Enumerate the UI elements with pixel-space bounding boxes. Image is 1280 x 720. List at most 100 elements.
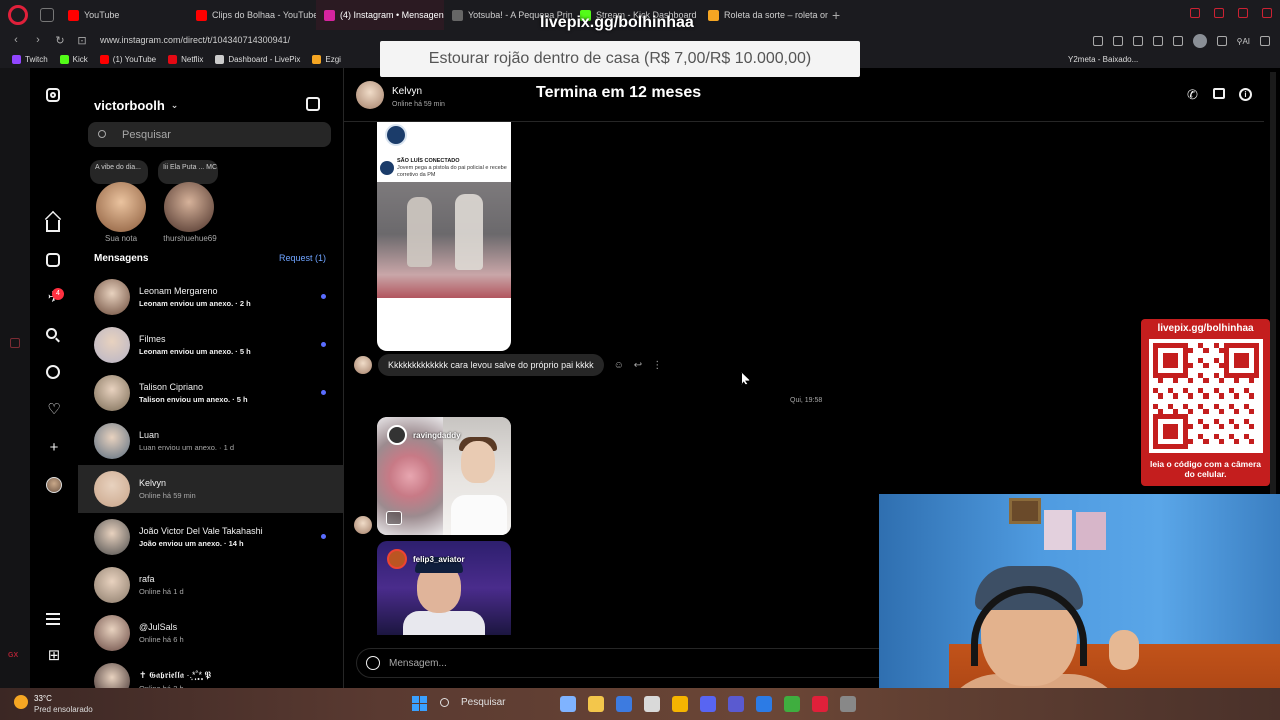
webcam-person-hand <box>1109 630 1139 670</box>
play-icon[interactable] <box>1152 36 1163 46</box>
heart-icon[interactable] <box>1172 36 1183 46</box>
goal-countdown: Termina em 12 meses <box>536 84 702 101</box>
bookmark-item[interactable]: (1) YouTube <box>99 54 156 64</box>
search-tabs-icon[interactable] <box>1190 8 1200 18</box>
message-bubble[interactable]: Kkkkkkkkkkkkk cara levou salve do própri… <box>378 354 604 376</box>
maximize-button[interactable] <box>1238 8 1248 18</box>
sender-avatar[interactable] <box>354 356 372 374</box>
reload-button[interactable]: ↻ <box>54 34 66 47</box>
note-bubble[interactable]: Iii Ela Puta ... MC VDC, MC ... <box>158 160 218 184</box>
weather-temperature[interactable]: 33°C <box>34 694 52 703</box>
threads-icon[interactable]: ⊞ <box>46 648 62 664</box>
new-tab-button[interactable]: + <box>832 7 840 23</box>
browser-tab[interactable]: YouTube <box>60 0 188 30</box>
bookmark-y2meta[interactable]: Y2meta - Baixado... <box>1068 55 1138 64</box>
taskbar-app-icon[interactable] <box>756 696 772 712</box>
home-icon[interactable] <box>46 216 62 232</box>
more-menu-icon[interactable] <box>46 611 62 627</box>
taskbar-app-icon[interactable] <box>588 696 604 712</box>
url-field[interactable]: www.instagram.com/direct/t/1043407143009… <box>100 35 290 45</box>
instagram-logo-icon[interactable] <box>46 88 62 104</box>
shared-post-card[interactable]: SÃO LUÍS CONECTADO Jovem pega a pistola … <box>377 122 511 351</box>
shared-reel[interactable]: felip3_aviator <box>377 541 511 635</box>
minimize-button[interactable] <box>1214 8 1224 18</box>
ai-button[interactable]: ⚲AI <box>1237 37 1250 46</box>
account-username: victorboolh <box>94 98 165 113</box>
gx-icon[interactable]: GX <box>8 652 18 659</box>
browser-tab[interactable]: Clips do Bolhaa - YouTube <box>188 0 316 30</box>
weather-sun-icon[interactable] <box>14 695 28 709</box>
video-call-icon[interactable] <box>1213 88 1225 99</box>
post-photo-person <box>407 197 432 267</box>
taskbar-app-icon[interactable] <box>616 696 632 712</box>
conversation-item[interactable]: Kelvyn Online há 59 min <box>78 465 344 513</box>
tab-label: (4) Instagram • Mensagen <box>340 10 444 20</box>
account-switcher[interactable]: victorboolh ⌄ <box>94 98 178 113</box>
bookmark-item[interactable]: Netflix <box>168 54 203 64</box>
tab-overview-icon[interactable] <box>40 8 54 22</box>
opera-logo-icon[interactable] <box>8 5 28 25</box>
conversation-item[interactable]: Luan Luan enviou um anexo. · 1 d <box>78 417 344 465</box>
conversation-item[interactable]: Leonam Mergareno Leonam enviou um anexo. … <box>78 273 344 321</box>
emoji-icon[interactable] <box>366 656 380 670</box>
search-icon[interactable] <box>46 328 62 344</box>
info-icon[interactable]: i <box>1239 88 1252 101</box>
more-options-icon[interactable]: ⋮ <box>652 360 662 371</box>
forward-button[interactable]: › <box>32 34 44 46</box>
taskbar-app-icon[interactable] <box>700 696 716 712</box>
new-message-icon[interactable] <box>306 97 320 111</box>
phone-icon[interactable]: ✆ <box>1186 88 1199 101</box>
friend-note-avatar[interactable] <box>164 182 214 232</box>
weather-description[interactable]: Pred ensolarado <box>34 705 93 714</box>
shared-reel[interactable]: ravingdaddy <box>377 417 511 535</box>
unread-indicator <box>321 294 326 299</box>
taskbar-app-icon[interactable] <box>560 696 576 712</box>
windows-start-icon[interactable] <box>412 696 427 711</box>
shield-icon[interactable] <box>1132 36 1143 46</box>
pin-icon[interactable] <box>1092 36 1103 46</box>
download-icon[interactable] <box>1216 36 1227 46</box>
conversation-item[interactable]: João Victor Del Vale Takahashi João envio… <box>78 513 344 561</box>
taskbar-app-icon[interactable] <box>672 696 688 712</box>
taskbar-app-icon[interactable] <box>728 696 744 712</box>
sender-avatar[interactable] <box>354 516 372 534</box>
message-timestamp: Qui, 19:58 <box>790 397 823 404</box>
back-button[interactable]: ‹ <box>10 34 22 46</box>
conversation-item[interactable]: @JulSals Online há 6 h <box>78 609 344 657</box>
search-icon <box>98 130 106 138</box>
browser-tab[interactable]: (4) Instagram • Mensagen <box>316 0 444 30</box>
bookmark-item[interactable]: Twitch <box>12 54 48 64</box>
taskbar-search[interactable]: Pesquisar <box>440 697 505 708</box>
close-button[interactable] <box>1262 8 1272 18</box>
react-emoji-icon[interactable]: ☺ <box>614 360 624 371</box>
note-bubble[interactable]: A vibe do dia... <box>90 160 148 184</box>
taskbar-app-icon[interactable] <box>840 696 856 712</box>
browser-tab[interactable]: Roleta da sorte – roleta on <box>700 0 828 30</box>
bookmark-item[interactable]: Ezgi <box>312 54 341 64</box>
menu-icon[interactable] <box>1260 36 1270 46</box>
snapshot-icon[interactable] <box>1112 36 1123 46</box>
my-note-avatar[interactable] <box>96 182 146 232</box>
bookmark-item[interactable]: Kick <box>59 54 88 64</box>
taskbar-app-icon[interactable] <box>644 696 660 712</box>
reply-icon[interactable]: ↩ <box>634 360 642 371</box>
contact-name[interactable]: Kelvyn <box>392 86 422 97</box>
create-plus-icon[interactable]: + <box>46 440 62 456</box>
reels-icon[interactable] <box>46 253 62 269</box>
conversation-item[interactable]: Filmes Leonam enviou um anexo. · 5 h <box>78 321 344 369</box>
bookmark-favicon-icon <box>168 54 178 64</box>
taskbar-app-icon[interactable] <box>784 696 800 712</box>
profile-avatar[interactable] <box>1192 34 1207 48</box>
taskbar-app-icon[interactable] <box>812 696 828 712</box>
search-input[interactable]: Pesquisar <box>88 122 331 147</box>
sidebar-app-icon[interactable] <box>10 338 20 348</box>
profile-avatar-icon[interactable] <box>46 477 62 493</box>
contact-avatar[interactable] <box>356 81 384 109</box>
bookmark-item[interactable]: Dashboard - LivePix <box>215 54 300 64</box>
conversation-name: Luan <box>139 430 160 440</box>
explore-icon[interactable] <box>46 365 62 381</box>
notifications-heart-icon[interactable]: ♡ <box>46 402 62 418</box>
requests-link[interactable]: Request (1) <box>279 253 326 264</box>
conversation-item[interactable]: Talison Cipriano Talison enviou um anexo.… <box>78 369 344 417</box>
conversation-item[interactable]: rafa Online há 1 d <box>78 561 344 609</box>
